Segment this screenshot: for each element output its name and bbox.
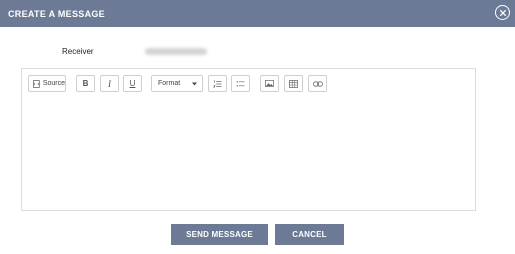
format-label: Format: [158, 80, 181, 87]
ordered-list-icon: [213, 79, 222, 88]
close-button[interactable]: [495, 5, 510, 20]
underline-icon: U: [129, 79, 136, 88]
dialog-title: CREATE A MESSAGE: [8, 8, 105, 19]
underline-button[interactable]: U: [123, 75, 142, 92]
source-label: Source: [42, 80, 65, 87]
insert-table-button[interactable]: [284, 75, 303, 92]
table-icon: [289, 79, 298, 88]
receiver-value-redacted: [145, 48, 207, 55]
insert-link-button[interactable]: [308, 75, 327, 92]
bold-icon: B: [82, 79, 89, 88]
source-button[interactable]: Source: [28, 75, 66, 92]
image-icon: [265, 80, 274, 87]
insert-image-button[interactable]: [260, 75, 279, 92]
send-message-button[interactable]: SEND MESSAGE: [171, 224, 268, 245]
cancel-button[interactable]: CANCEL: [275, 224, 344, 245]
editor-toolbar: Source B I U Format: [22, 69, 475, 99]
bold-button[interactable]: B: [76, 75, 95, 92]
bulleted-list-button[interactable]: [231, 75, 250, 92]
source-icon: [33, 79, 40, 88]
format-dropdown[interactable]: Format: [151, 75, 203, 92]
message-editor: Source B I U Format: [21, 68, 476, 211]
bulleted-list-icon: [236, 80, 245, 86]
receiver-row: Receiver: [0, 46, 515, 60]
editor-content-area[interactable]: [22, 99, 475, 211]
close-icon: [499, 9, 506, 16]
receiver-label: Receiver: [62, 47, 94, 56]
chevron-down-icon: [192, 82, 197, 85]
link-icon: [312, 80, 323, 87]
ordered-list-button[interactable]: [208, 75, 227, 92]
dialog-header: CREATE A MESSAGE: [0, 0, 515, 27]
italic-icon: I: [108, 78, 111, 89]
italic-button[interactable]: I: [100, 75, 119, 92]
